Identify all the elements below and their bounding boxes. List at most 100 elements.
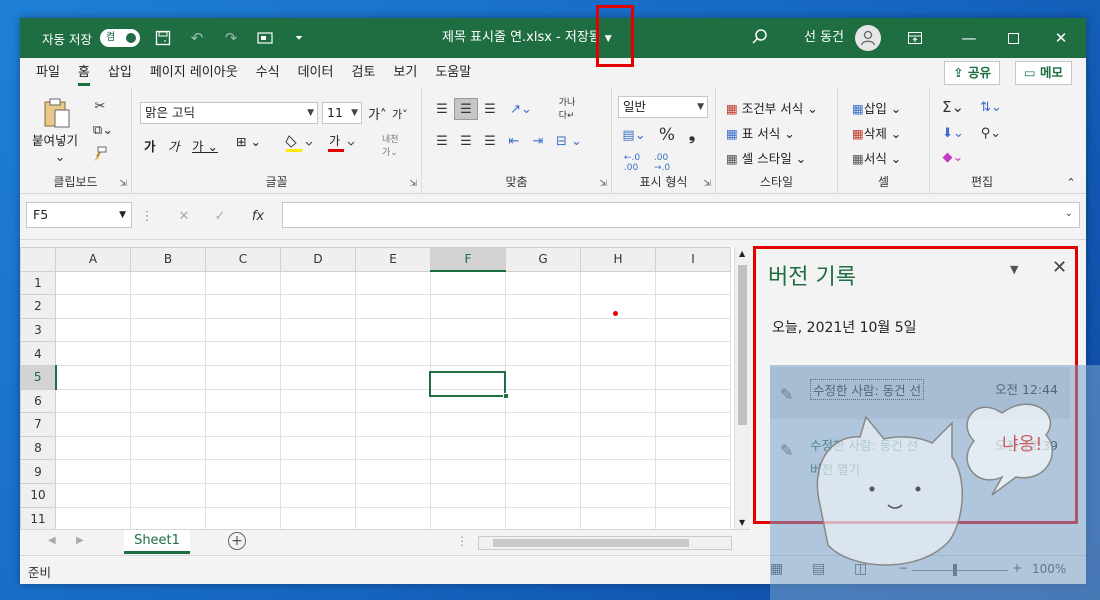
paste-icon[interactable]	[40, 96, 74, 130]
cell[interactable]	[655, 482, 731, 508]
cell[interactable]	[205, 482, 281, 508]
format-cells-button[interactable]: ▦서식 ⌄	[852, 148, 901, 167]
prev-sheet-icon[interactable]: ◀	[48, 535, 56, 546]
cell[interactable]	[430, 317, 506, 343]
cell[interactable]	[505, 270, 581, 296]
column-header-A[interactable]: A	[55, 247, 131, 272]
cell[interactable]	[205, 506, 281, 532]
insert-cells-button[interactable]: ▦삽입 ⌄	[852, 98, 901, 117]
cell[interactable]	[355, 294, 431, 319]
cell[interactable]	[430, 270, 506, 296]
find-select-icon[interactable]: ⚲⌄	[976, 122, 1006, 144]
font-launcher-icon[interactable]: ⇲	[409, 179, 417, 189]
row-header-4[interactable]: 4	[20, 341, 56, 366]
cell[interactable]	[205, 459, 281, 484]
fill-icon[interactable]: ⬇⌄	[938, 122, 968, 144]
cell[interactable]	[130, 388, 206, 414]
column-header-G[interactable]: G	[505, 247, 581, 272]
format-as-table-button[interactable]: ▦ 표 서식 ⌄	[726, 123, 795, 142]
row-header-11[interactable]: 11	[20, 506, 56, 532]
decrease-indent-icon[interactable]: ⇤	[502, 130, 526, 152]
cell[interactable]	[355, 317, 431, 343]
paste-button[interactable]: 붙여넣기	[32, 130, 78, 149]
cell[interactable]	[430, 412, 506, 437]
cell[interactable]	[55, 506, 131, 532]
tab-review[interactable]: 검토	[351, 58, 393, 88]
name-box[interactable]: F5 ▼	[26, 202, 132, 228]
tab-insert[interactable]: 삽입	[108, 58, 150, 88]
share-button[interactable]: ⇪ 공유	[944, 61, 1000, 85]
cell[interactable]	[505, 341, 581, 366]
cell[interactable]	[55, 435, 131, 461]
cell[interactable]	[505, 506, 581, 532]
cell[interactable]	[280, 388, 356, 414]
column-header-H[interactable]: H	[580, 247, 656, 272]
next-sheet-icon[interactable]: ▶	[76, 535, 84, 546]
cell[interactable]	[505, 317, 581, 343]
add-sheet-icon[interactable]: +	[228, 532, 246, 550]
cell[interactable]	[430, 435, 506, 461]
zoom-in-icon[interactable]: +	[1012, 561, 1022, 575]
clipboard-launcher-icon[interactable]: ⇲	[119, 179, 127, 189]
split-handle-icon[interactable]: ⋮	[456, 534, 468, 548]
redo-icon[interactable]: ↷	[220, 27, 242, 49]
sheet-tab-sheet1[interactable]: Sheet1	[124, 530, 190, 554]
cell[interactable]	[55, 294, 131, 319]
cell[interactable]	[655, 435, 731, 461]
scroll-down-icon[interactable]: ▼	[739, 518, 745, 527]
tab-help[interactable]: 도움말	[435, 58, 489, 88]
search-icon[interactable]	[750, 27, 770, 50]
row-header-5[interactable]: 5	[20, 364, 57, 390]
cut-icon[interactable]: ✂	[90, 96, 110, 116]
save-icon[interactable]	[152, 27, 174, 49]
row-header-3[interactable]: 3	[20, 317, 56, 343]
screenshot-icon[interactable]	[254, 27, 276, 49]
avatar[interactable]	[855, 25, 881, 51]
tab-page-layout[interactable]: 페이지 레이아웃	[150, 58, 256, 88]
cell[interactable]	[430, 482, 506, 508]
align-right-icon[interactable]: ☰	[478, 130, 502, 152]
select-all-corner[interactable]	[20, 247, 56, 272]
cell[interactable]	[205, 341, 281, 366]
confirm-entry-icon[interactable]: ✓	[208, 206, 232, 226]
zoom-out-icon[interactable]: −	[898, 561, 908, 575]
cell-grid[interactable]: A B C D E F G H I 1 2 3 4 5 6 7 8 9 10 11	[20, 247, 731, 532]
document-title[interactable]: 제목 표시줄 연.xlsx - 저장됨 ▼	[442, 18, 612, 58]
normal-view-icon[interactable]: ▦	[770, 561, 783, 577]
cell[interactable]	[130, 341, 206, 366]
cell[interactable]	[655, 364, 731, 390]
align-bottom-icon[interactable]: ☰	[478, 98, 502, 120]
increase-decimal-icon[interactable]: ←.0.00	[618, 152, 646, 174]
cell[interactable]	[130, 435, 206, 461]
column-header-F[interactable]: F	[430, 247, 506, 273]
user-name[interactable]: 선 동건	[804, 18, 844, 58]
row-header-2[interactable]: 2	[20, 294, 56, 319]
cell[interactable]	[280, 459, 356, 484]
cell[interactable]	[655, 294, 731, 319]
close-icon[interactable]: ✕	[1038, 18, 1084, 58]
paste-dropdown-icon[interactable]: ⌄	[54, 150, 66, 165]
cell[interactable]	[580, 317, 656, 343]
tab-view[interactable]: 보기	[393, 58, 435, 88]
cell[interactable]	[55, 459, 131, 484]
cell[interactable]	[655, 412, 731, 437]
cell[interactable]	[280, 435, 356, 461]
cell[interactable]	[280, 317, 356, 343]
cell[interactable]	[655, 506, 731, 532]
minimize-icon[interactable]: —	[946, 18, 992, 58]
cell[interactable]	[355, 341, 431, 366]
number-format-select[interactable]: 일반 ▼	[618, 96, 708, 118]
border-icon[interactable]: ⊞ ⌄	[236, 134, 261, 149]
cell[interactable]	[55, 482, 131, 508]
cell[interactable]	[580, 270, 656, 296]
autosum-icon[interactable]: Σ⌄	[938, 96, 968, 118]
tab-data[interactable]: 데이터	[298, 58, 352, 88]
cell[interactable]	[205, 364, 281, 390]
worksheet-grid[interactable]: A B C D E F G H I 1 2 3 4 5 6 7 8 9 10 11	[20, 247, 750, 532]
cell[interactable]	[505, 294, 581, 319]
cell[interactable]	[430, 294, 506, 319]
underline-icon[interactable]: 가 ⌄	[192, 136, 218, 155]
cell[interactable]	[130, 317, 206, 343]
row-header-6[interactable]: 6	[20, 388, 56, 414]
row-header-1[interactable]: 1	[20, 270, 56, 296]
